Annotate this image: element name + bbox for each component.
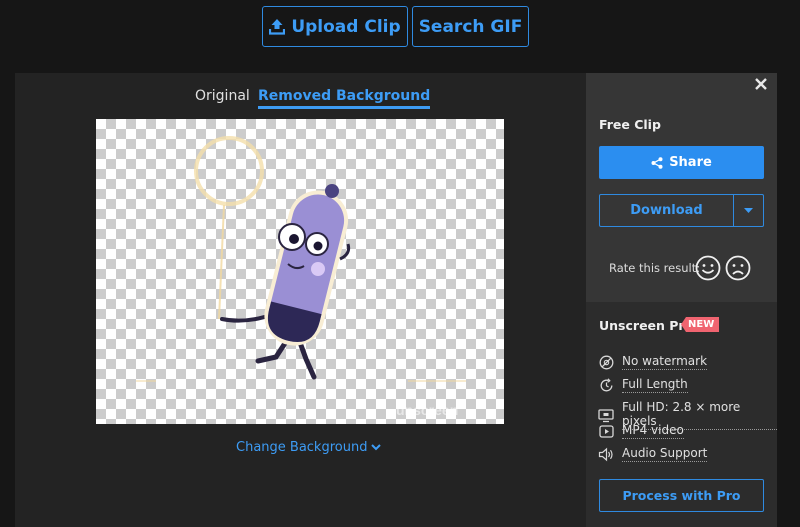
search-gif-label: Search GIF	[418, 16, 523, 37]
watermark-text: unscreen	[396, 402, 458, 418]
sad-icon[interactable]	[725, 255, 751, 281]
share-icon	[651, 156, 663, 169]
hd-icon	[598, 407, 614, 423]
sidebar: Free Clip Share Download Rate this resul…	[586, 73, 777, 527]
feature-label: Full Length	[622, 377, 688, 393]
upload-clip-label: Upload Clip	[291, 16, 401, 37]
process-with-pro-label: Process with Pro	[622, 488, 741, 503]
full-length-icon	[598, 377, 614, 393]
share-label: Share	[669, 155, 712, 170]
share-button[interactable]: Share	[599, 146, 764, 179]
feature-no-watermark: No watermark	[598, 354, 708, 370]
pro-title: Unscreen Pro	[599, 318, 694, 333]
feature-label: Audio Support	[622, 446, 708, 462]
character-illustration: unscreen	[136, 136, 466, 418]
change-background-label: Change Background	[236, 440, 368, 455]
preview-canvas: unscreen	[96, 119, 504, 424]
audio-icon	[598, 446, 614, 462]
chevron-down-icon	[371, 444, 382, 451]
feature-mp4-video: MP4 video	[598, 423, 684, 439]
video-icon	[598, 423, 614, 439]
caret-down-icon	[744, 208, 753, 213]
tab-removed-background[interactable]: Removed Background	[258, 88, 431, 109]
download-options-button[interactable]	[733, 195, 763, 226]
change-background-button[interactable]: Change Background	[236, 440, 382, 455]
preview-panel: Original Removed Background unscreen Cha…	[15, 73, 586, 527]
no-watermark-icon	[598, 354, 614, 370]
feature-full-length: Full Length	[598, 377, 688, 393]
pro-section: Unscreen Pro NEW No watermark Full Lengt…	[586, 302, 777, 527]
smile-icon[interactable]	[695, 255, 721, 281]
download-group: Download	[599, 194, 764, 227]
upload-icon	[269, 19, 286, 35]
download-label: Download	[630, 203, 703, 218]
upload-clip-button[interactable]: Upload Clip	[262, 6, 408, 47]
feature-label: No watermark	[622, 354, 708, 370]
process-with-pro-button[interactable]: Process with Pro	[599, 479, 764, 512]
feature-label: MP4 video	[622, 423, 684, 439]
feature-audio-support: Audio Support	[598, 446, 708, 462]
tab-original[interactable]: Original	[195, 88, 250, 104]
search-gif-button[interactable]: Search GIF	[412, 6, 529, 47]
download-button[interactable]: Download	[600, 195, 733, 226]
close-icon[interactable]	[754, 77, 768, 91]
rate-label: Rate this result:	[609, 261, 701, 275]
free-clip-title: Free Clip	[599, 117, 661, 132]
new-badge: NEW	[681, 317, 720, 332]
